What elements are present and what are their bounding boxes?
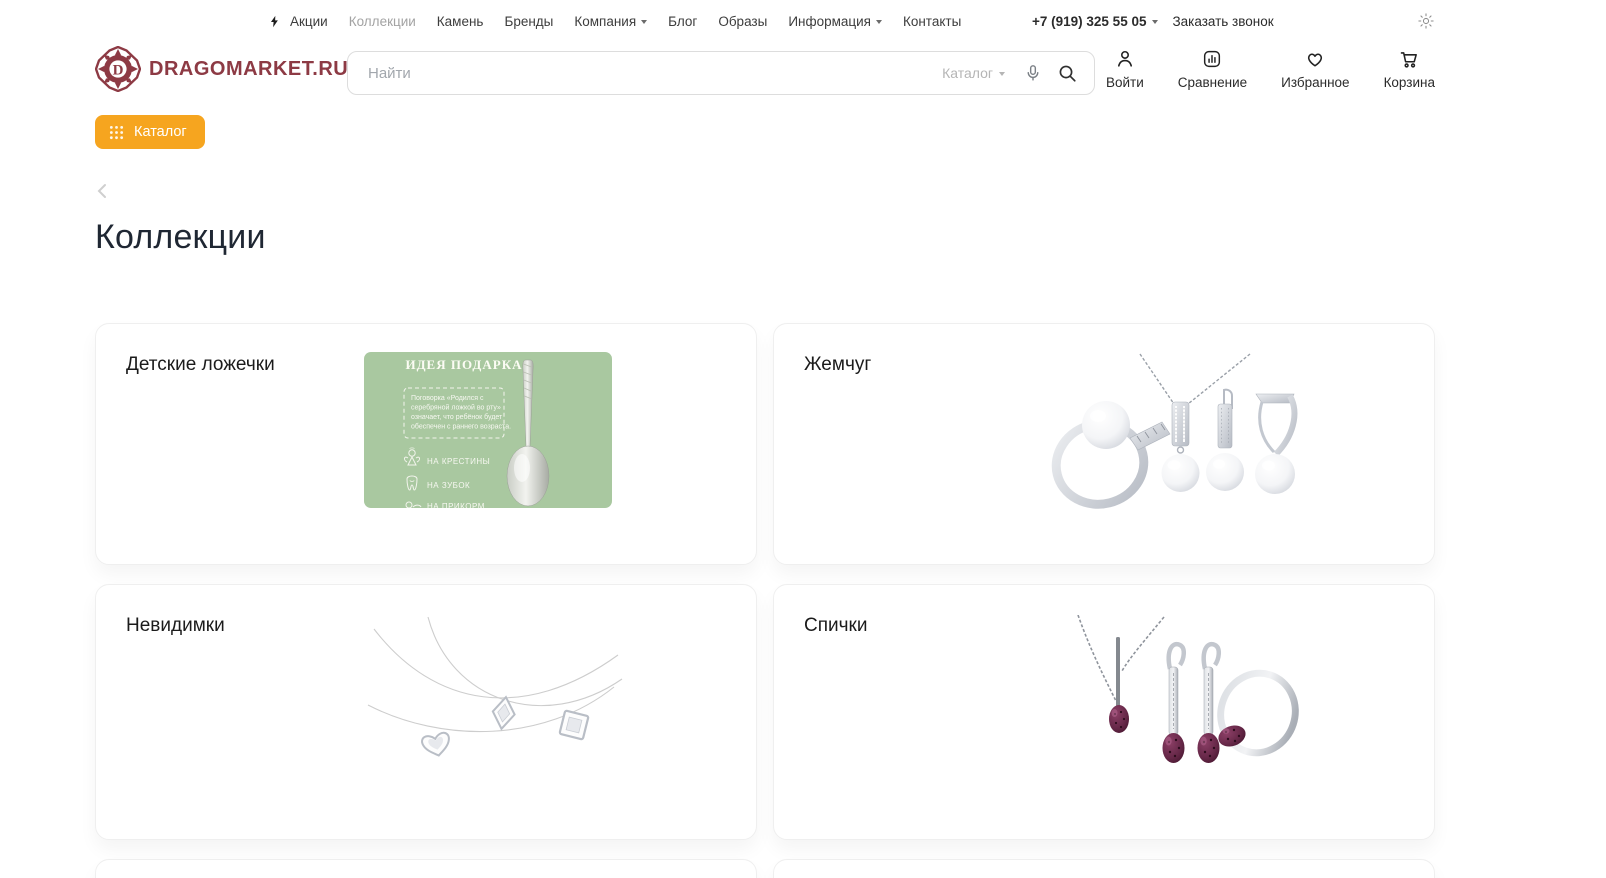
square-pendant: [559, 710, 588, 739]
nav-item-obrazy[interactable]: Образы: [718, 14, 767, 29]
cart-button[interactable]: Корзина: [1384, 48, 1435, 90]
top-bar: Акции Коллекции Камень Бренды Компания Б…: [95, 0, 1435, 42]
heart-icon: [1304, 48, 1326, 70]
collection-card-partial[interactable]: [773, 859, 1435, 878]
main-nav: Акции Коллекции Камень Бренды Компания Б…: [268, 0, 961, 42]
collection-card-invisible[interactable]: Невидимки: [95, 584, 757, 840]
logo[interactable]: D DRAGOMARKET.RU: [95, 46, 348, 92]
pearl-earring-right: [1255, 394, 1295, 494]
collection-title: Жемчуг: [804, 354, 871, 376]
phone-number[interactable]: +7 (919) 325 55 05: [1032, 14, 1158, 29]
match-earring-right: [1198, 644, 1220, 763]
search-input[interactable]: [368, 65, 942, 82]
chevron-left-icon: [95, 182, 109, 200]
collection-card-spoons[interactable]: Детские ложечки ИДЕЯ ПОДАРКА Поговорка «…: [95, 323, 757, 565]
magnifier-icon[interactable]: [1057, 63, 1078, 84]
svg-text:означает, что ребёнок будет: означает, что ребёнок будет: [411, 413, 503, 421]
svg-text:Поговорка «Родился с: Поговорка «Родился с: [411, 395, 484, 402]
back-button[interactable]: [95, 180, 117, 202]
svg-text:НА КРЕСТИНЫ: НА КРЕСТИНЫ: [427, 457, 490, 466]
nav-item-kompaniya[interactable]: Компания: [574, 14, 647, 29]
svg-text:обеспечен с раннего возраста.: обеспечен с раннего возраста.: [411, 423, 511, 431]
nav-item-kollekcii[interactable]: Коллекции: [349, 14, 416, 29]
match-earring-left: [1163, 644, 1185, 763]
match-ring: [1210, 664, 1302, 763]
svg-text:НА ЗУБОК: НА ЗУБОК: [427, 481, 470, 490]
spoon-gift-banner-image: ИДЕЯ ПОДАРКА Поговорка «Родился с серебр…: [364, 352, 612, 513]
match-jewelry-image: [1042, 615, 1302, 780]
nav-item-kontakty[interactable]: Контакты: [903, 14, 961, 29]
callback-link[interactable]: Заказать звонок: [1172, 14, 1273, 29]
search-bar: Каталог: [347, 51, 1095, 95]
svg-text:НА ПРИКОРМ: НА ПРИКОРМ: [427, 502, 485, 508]
match-pendant: [1078, 615, 1164, 733]
collection-card-pearls[interactable]: Жемчуг: [773, 323, 1435, 565]
collection-title: Невидимки: [126, 615, 225, 637]
collection-card-partial[interactable]: [95, 859, 757, 878]
page-title: Коллекции: [95, 218, 1435, 257]
pearl-ring: [1048, 401, 1170, 512]
nav-item-informaciya[interactable]: Информация: [788, 14, 882, 29]
chevron-down-icon: [641, 20, 647, 24]
svg-text:ИДЕЯ ПОДАРКА: ИДЕЯ ПОДАРКА: [405, 357, 522, 372]
pearl-jewelry-image: [1042, 352, 1302, 517]
lightning-icon: [268, 14, 281, 29]
logo-text: DRAGOMARKET.RU: [149, 58, 348, 81]
collection-title: Спички: [804, 615, 867, 637]
nav-item-akcii[interactable]: Акции: [290, 14, 328, 29]
nav-item-kamen[interactable]: Камень: [437, 14, 484, 29]
svg-text:D: D: [113, 62, 124, 78]
logo-ornament-icon: D: [95, 46, 141, 92]
sun-icon[interactable]: [1417, 12, 1435, 30]
invisible-necklaces-image: [364, 615, 624, 780]
heart-pendant: [421, 732, 452, 759]
user-icon: [1114, 48, 1136, 70]
svg-text:серебряной ложкой во рту»: серебряной ложкой во рту»: [411, 404, 501, 412]
collection-card-matches[interactable]: Спички: [773, 584, 1435, 840]
catalog-button[interactable]: Каталог: [95, 115, 205, 149]
rhombus-pendant: [491, 696, 517, 731]
header-actions: Войти Сравнение Избранное Корзина: [1106, 48, 1435, 90]
nav-item-brendy[interactable]: Бренды: [504, 14, 553, 29]
site-header: D DRAGOMARKET.RU Каталог Войти: [95, 42, 1435, 105]
pearl-earring-left: [1206, 390, 1244, 491]
compare-button[interactable]: Сравнение: [1178, 48, 1247, 90]
microphone-icon[interactable]: [1023, 63, 1043, 83]
search-category-select[interactable]: Каталог: [942, 65, 1005, 81]
chevron-down-icon: [876, 20, 882, 24]
dots-grid-icon: [109, 125, 124, 140]
cart-icon: [1398, 48, 1420, 70]
login-button[interactable]: Войти: [1106, 48, 1144, 90]
chevron-down-icon: [1152, 20, 1158, 24]
compare-icon: [1201, 48, 1223, 70]
collections-grid: Детские ложечки ИДЕЯ ПОДАРКА Поговорка «…: [95, 323, 1435, 878]
nav-item-blog[interactable]: Блог: [668, 14, 697, 29]
collection-title: Детские ложечки: [126, 354, 275, 376]
chevron-down-icon: [999, 72, 1005, 76]
favorites-button[interactable]: Избранное: [1281, 48, 1349, 90]
